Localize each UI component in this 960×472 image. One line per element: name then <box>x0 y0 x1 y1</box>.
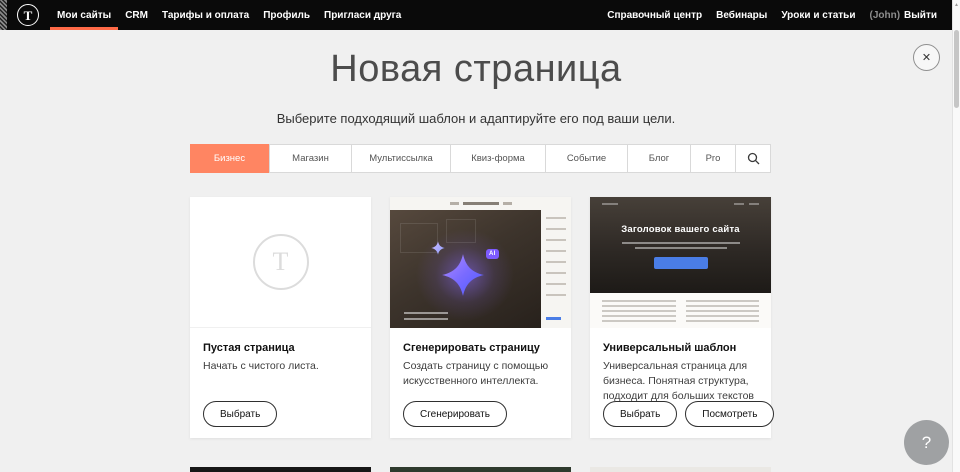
universal-template-preview[interactable]: Заголовок вашего сайта <box>590 197 771 328</box>
preview-nav-links <box>734 203 759 205</box>
generate-button[interactable]: Сгенерировать <box>403 401 507 427</box>
select-universal-button[interactable]: Выбрать <box>603 401 677 427</box>
card-description: Начать с чистого листа. <box>203 359 358 374</box>
tab-search[interactable] <box>735 145 770 172</box>
template-cards-row: T Пустая страница Начать с чистого листа… <box>190 197 771 438</box>
template-card-universal: Заголовок вашего сайта Универсальный шаб… <box>590 197 771 438</box>
tab-pro[interactable]: Pro <box>690 145 735 172</box>
nav-tariffs[interactable]: Тарифы и оплата <box>155 0 256 30</box>
greeked-text <box>463 202 499 205</box>
card-description: Создать страницу с помощью искусственног… <box>403 359 558 389</box>
help-button[interactable]: ? <box>904 420 949 465</box>
nav-help-center[interactable]: Справочный центр <box>600 0 709 30</box>
greeked-text-block <box>686 300 760 322</box>
preview-cta-button <box>654 257 708 269</box>
template-card-ai: AI Сгенерировать страницу Создать страни… <box>390 197 571 438</box>
nav-profile[interactable]: Профиль <box>256 0 317 30</box>
greeked-text <box>635 247 727 249</box>
scroll-up-arrow[interactable]: ▲ <box>953 0 960 8</box>
close-button[interactable]: ✕ <box>913 44 940 71</box>
tilda-logo-letter: T <box>24 9 33 22</box>
template-card-blank: T Пустая страница Начать с чистого листа… <box>190 197 371 438</box>
help-icon: ? <box>922 433 931 453</box>
preview-nav <box>602 203 759 205</box>
card-buttons: Сгенерировать <box>403 401 507 427</box>
tab-multilink[interactable]: Мультиссылка <box>351 145 450 172</box>
page-title: Новая страница <box>0 48 952 91</box>
tab-quiz-form[interactable]: Квиз-форма <box>450 145 545 172</box>
greeked-text <box>734 203 744 205</box>
preview-photo-frame <box>446 219 476 243</box>
tab-blog[interactable]: Блог <box>627 145 690 172</box>
template-cards-row-partial <box>190 467 771 472</box>
ai-sparkle-icon <box>441 253 485 297</box>
preview-browser-bar <box>390 197 571 210</box>
topbar-nav-right: Справочный центр Вебинары Уроки и статьи… <box>600 0 944 30</box>
nav-my-sites[interactable]: Мои сайты <box>50 0 118 30</box>
scrollbar-thumb[interactable] <box>954 30 959 108</box>
blank-template-preview[interactable]: T <box>190 197 371 328</box>
user-block: (John) Выйти <box>862 0 944 30</box>
page-subtitle: Выберите подходящий шаблон и адаптируйте… <box>0 111 952 126</box>
card-title: Пустая страница <box>203 342 358 354</box>
greeked-text-block <box>404 312 448 320</box>
template-card-partial-1[interactable] <box>190 467 371 472</box>
tilda-logo[interactable]: T <box>17 4 39 26</box>
greeked-text <box>450 202 459 205</box>
card-buttons: Выбрать <box>203 401 277 427</box>
watermark-letter: T <box>273 247 289 277</box>
scrollbar[interactable]: ▲ <box>952 0 960 472</box>
greeked-text-block <box>602 300 676 322</box>
new-page-dialog: T Мои сайты CRM Тарифы и оплата Профиль … <box>0 0 960 472</box>
preview-hero: Заголовок вашего сайта <box>590 197 771 293</box>
preview-settings-panel <box>541 210 571 328</box>
greeked-text <box>749 203 759 205</box>
greeked-text <box>602 203 618 205</box>
select-blank-button[interactable]: Выбрать <box>203 401 277 427</box>
ai-template-preview[interactable]: AI <box>390 197 571 328</box>
greeked-text <box>622 242 740 244</box>
ai-badge: AI <box>486 249 499 259</box>
card-title: Универсальный шаблон <box>603 342 758 354</box>
search-icon <box>747 152 760 165</box>
tilda-watermark-icon: T <box>253 234 309 290</box>
preview-heading: Заголовок вашего сайта <box>590 224 771 235</box>
nav-invite-friend[interactable]: Пригласи друга <box>317 0 408 30</box>
nav-webinars[interactable]: Вебинары <box>709 0 774 30</box>
topbar: T Мои сайты CRM Тарифы и оплата Профиль … <box>0 0 952 30</box>
tab-shop[interactable]: Магазин <box>269 145 351 172</box>
template-category-tabs: Бизнес Магазин Мультиссылка Квиз-форма С… <box>190 144 771 173</box>
logout-link[interactable]: Выйти <box>900 0 937 31</box>
greeked-text-block <box>546 217 566 297</box>
user-name: (John) <box>869 0 900 31</box>
nav-lessons[interactable]: Уроки и статьи <box>774 0 862 30</box>
card-title: Сгенерировать страницу <box>403 342 558 354</box>
view-universal-button[interactable]: Посмотреть <box>685 401 774 427</box>
greeked-text <box>503 202 512 205</box>
topbar-nav-left: Мои сайты CRM Тарифы и оплата Профиль Пр… <box>50 0 408 30</box>
nav-crm[interactable]: CRM <box>118 0 155 30</box>
preview-blue-control <box>546 317 561 320</box>
close-icon: ✕ <box>922 51 931 64</box>
tab-event[interactable]: Событие <box>545 145 627 172</box>
template-card-partial-2[interactable] <box>390 467 571 472</box>
tab-business[interactable]: Бизнес <box>190 144 269 173</box>
preview-text-section <box>590 293 771 328</box>
window-edge-texture <box>0 0 7 30</box>
card-buttons: Выбрать Посмотреть <box>603 401 774 427</box>
template-card-partial-3[interactable] <box>590 467 771 472</box>
